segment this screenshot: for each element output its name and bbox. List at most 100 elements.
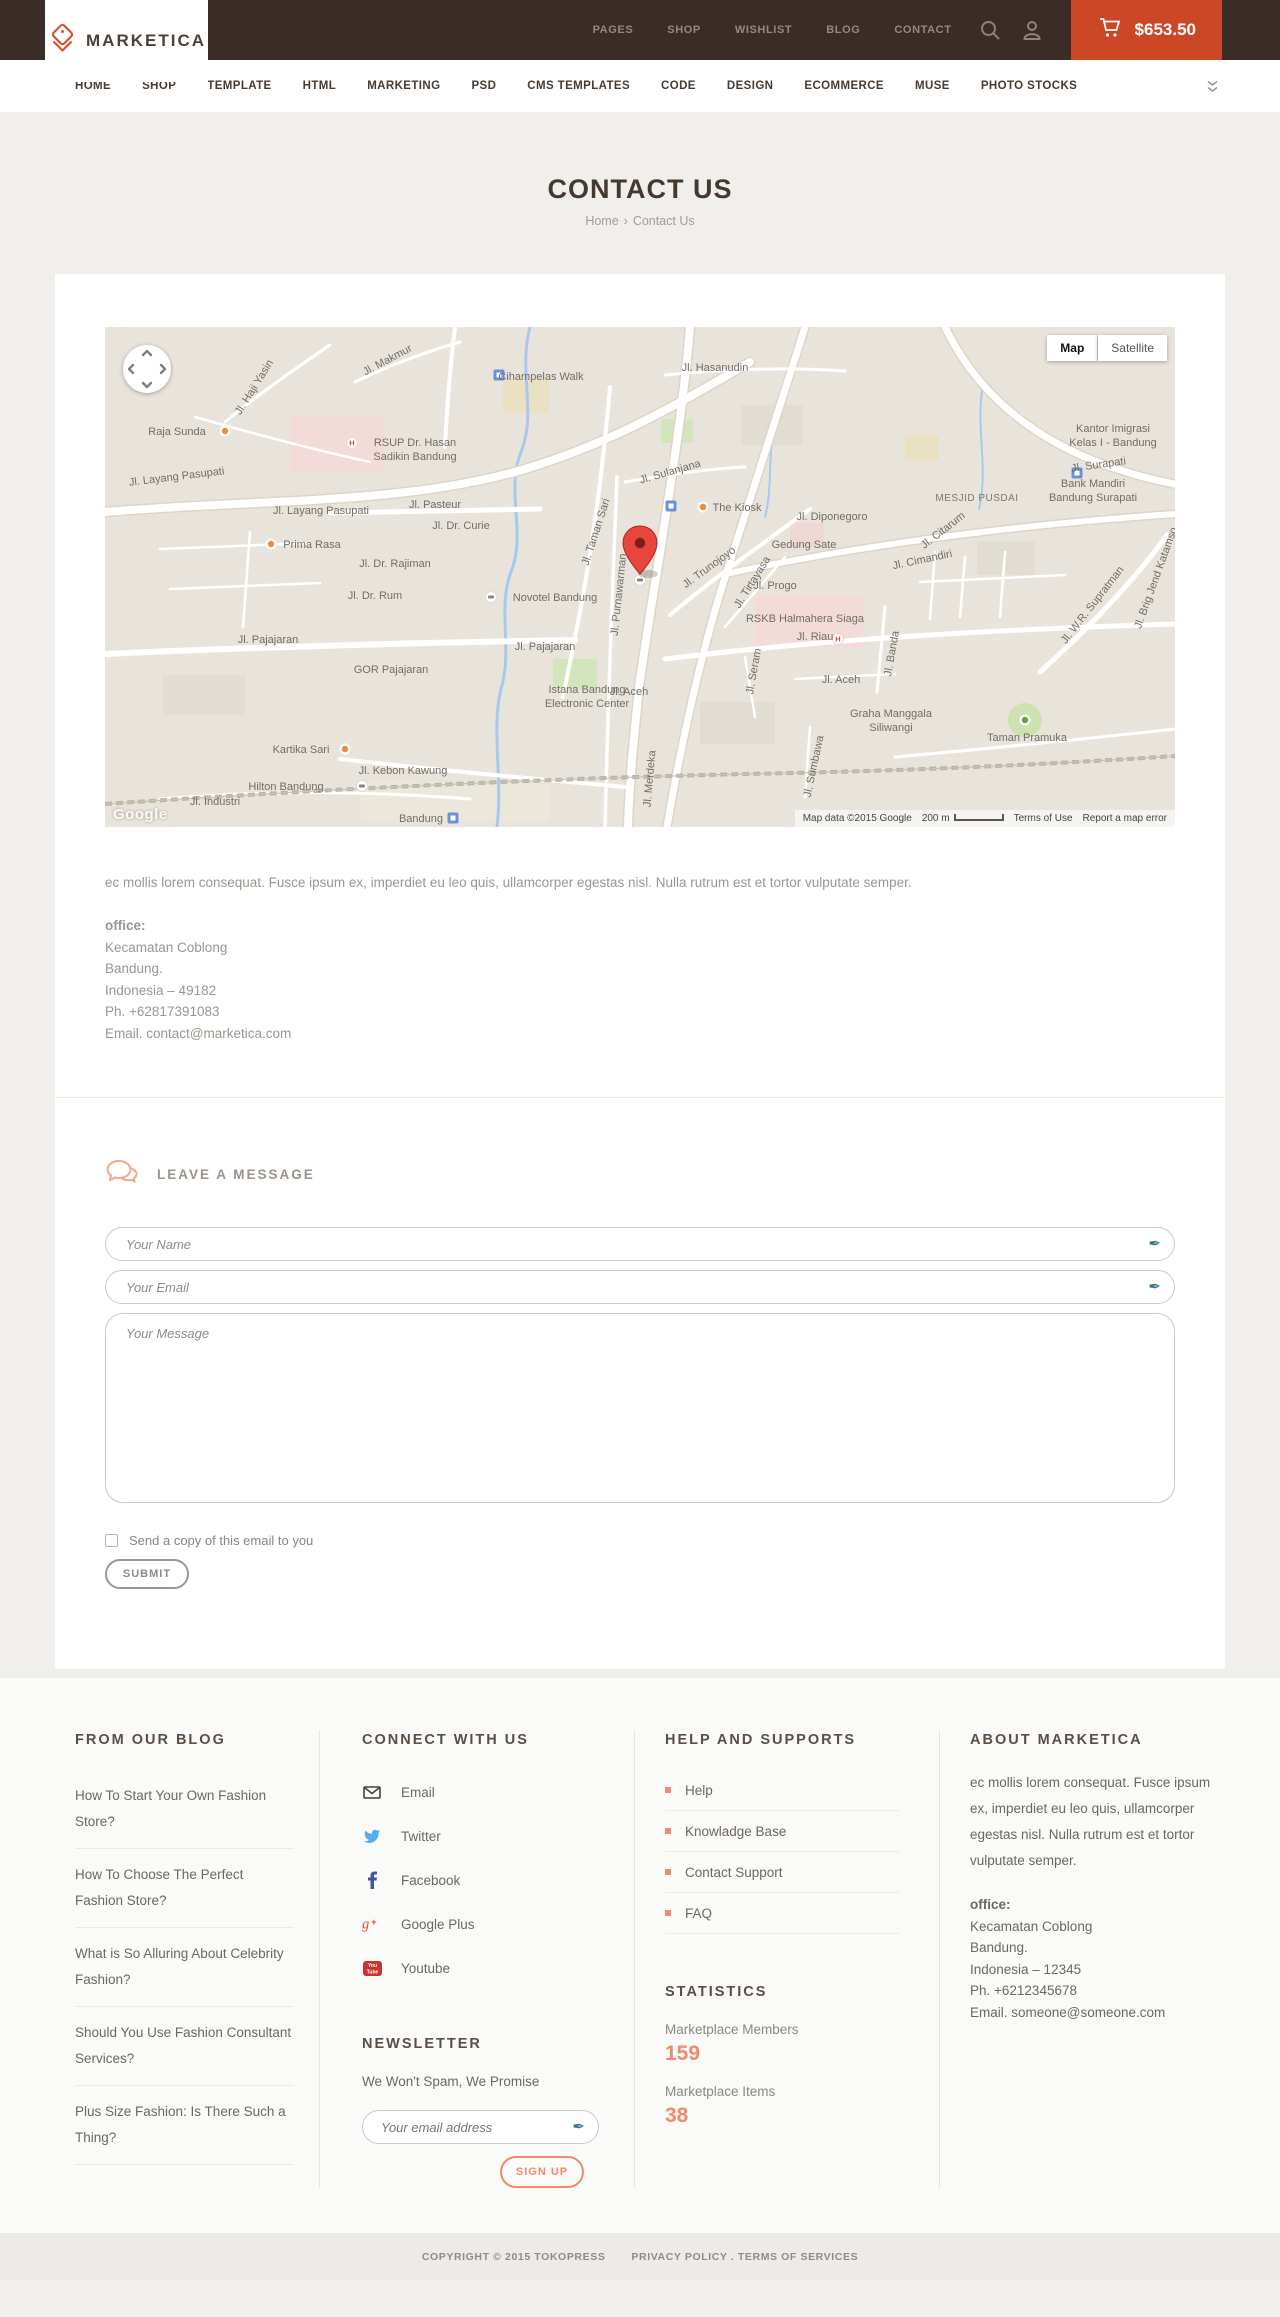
office-line: Email. contact@marketica.com (105, 1025, 292, 1041)
map-label: Graha Manggala (850, 708, 933, 720)
map-label: Jl. Pajajaran (238, 634, 299, 646)
map-label: The Kiosk (713, 502, 762, 514)
logo-text: MARKETICA (86, 31, 206, 50)
help-heading: HELP AND SUPPORTS (665, 1732, 857, 1748)
map-label: Jl. Aceh (822, 674, 861, 686)
social-link-youtube[interactable]: You Tube Youtube (362, 1946, 594, 1990)
nav-marketing[interactable]: MARKETING (367, 80, 440, 92)
map-label: RSKB Halmahera Siaga (746, 613, 865, 625)
help-link[interactable]: Contact Support (665, 1852, 899, 1893)
nav-template[interactable]: TEMPLATE (207, 80, 271, 92)
google-watermark: Google (113, 806, 168, 823)
office-line: Bandung. (970, 1940, 1028, 1955)
bullet-icon (665, 1910, 671, 1916)
report-map-error-link[interactable]: Report a map error (1083, 813, 1167, 824)
restaurant-poi-icon (339, 743, 351, 755)
terms-of-use-link[interactable]: Terms of Use (1014, 813, 1073, 824)
breadcrumb: Home › Contact Us (0, 214, 1280, 228)
signup-button[interactable]: SIGN UP (500, 2156, 584, 2188)
top-nav-blog[interactable]: BLOG (809, 24, 877, 36)
map-label: Kantor Imigrasi (1076, 423, 1150, 435)
hospital-poi-icon: H (832, 633, 844, 645)
office-line: Bandung. (105, 961, 163, 976)
message-textarea[interactable] (105, 1313, 1175, 1503)
map-label: Bank Mandiri (1061, 478, 1125, 490)
nav-code[interactable]: CODE (661, 80, 696, 92)
map-label: GOR Pajajaran (354, 664, 429, 676)
nav-photo-stocks[interactable]: PHOTO STOCKS (981, 80, 1077, 92)
email-input[interactable] (105, 1270, 1175, 1304)
newsletter-email-input[interactable] (362, 2110, 599, 2144)
social-link-twitter[interactable]: Twitter (362, 1814, 594, 1858)
map-pan-control[interactable] (123, 345, 171, 393)
top-nav-contact[interactable]: CONTACT (877, 24, 968, 36)
map-label: Kelas I - Bandung (1069, 437, 1156, 449)
map-label: Kartika Sari (273, 744, 330, 756)
help-link[interactable]: Help (665, 1770, 899, 1811)
blog-link[interactable]: Should You Use Fashion Consultant Servic… (75, 2007, 294, 2086)
about-office-block: office: Kecamatan Coblong Bandung. Indon… (970, 1894, 1225, 2023)
map-label: Jl. Pajajaran (515, 641, 576, 653)
social-link-facebook[interactable]: Facebook (362, 1858, 594, 1902)
restaurant-poi-icon (265, 538, 277, 550)
top-nav-pages[interactable]: PAGES (576, 24, 651, 36)
map-label: Bandung (399, 813, 443, 825)
form-heading: LEAVE A MESSAGE (157, 1167, 315, 1182)
policy-links[interactable]: PRIVACY POLICY . TERMS OF SERVICES (631, 2251, 858, 2263)
chevron-down-icon[interactable] (1207, 80, 1218, 92)
social-link-email[interactable]: Email (362, 1770, 594, 1814)
user-icon[interactable] (1011, 0, 1053, 60)
help-link[interactable]: Knowladge Base (665, 1811, 899, 1852)
map-label: Taman Pramuka (987, 732, 1068, 744)
cart-button[interactable]: $653.50 (1070, 0, 1222, 60)
blog-heading: FROM OUR BLOG (75, 1732, 226, 1748)
nav-cms-templates[interactable]: CMS TEMPLATES (527, 80, 630, 92)
breadcrumb-home[interactable]: Home (585, 214, 618, 228)
map-label: Gedung Sate (772, 539, 837, 551)
bullet-icon (665, 1828, 671, 1834)
map-label: Jl. Dr. Curie (432, 520, 489, 532)
blog-link[interactable]: How To Start Your Own Fashion Store? (75, 1770, 294, 1849)
office-label: office: (970, 1897, 1011, 1912)
twitter-icon (362, 1828, 382, 1844)
name-input[interactable] (105, 1227, 1175, 1261)
nav-psd[interactable]: PSD (471, 80, 496, 92)
leave-message-form: ✒ ✒ Send a copy of this email to you SUB… (105, 1227, 1175, 1589)
newsletter-heading: NEWSLETTER (362, 2036, 482, 2052)
send-copy-label: Send a copy of this email to you (129, 1533, 314, 1548)
blog-link[interactable]: Plus Size Fashion: Is There Such a Thing… (75, 2086, 294, 2165)
hotel-poi-icon (485, 591, 497, 603)
top-nav-shop[interactable]: SHOP (650, 24, 718, 36)
page-head: CONTACT US Home › Contact Us (0, 112, 1280, 228)
nav-design[interactable]: DESIGN (727, 80, 774, 92)
office-line: Kecamatan Coblong (105, 939, 228, 955)
send-copy-checkbox[interactable] (105, 1534, 118, 1547)
google-map[interactable]: HH Cihampelas Walk Jl. Hasanudin Jl. Haji … (105, 327, 1175, 827)
hospital-poi-icon: H (346, 437, 358, 449)
blog-link[interactable]: What is So Alluring About Celebrity Fash… (75, 1928, 294, 2007)
social-link-googleplus[interactable]: g + Google Plus (362, 1902, 594, 1946)
stat-items-label: Marketplace Items (665, 2084, 776, 2099)
help-link[interactable]: FAQ (665, 1893, 899, 1934)
nav-muse[interactable]: MUSE (915, 80, 950, 92)
office-line: Indonesia – 12345 (970, 1961, 1082, 1977)
restaurant-poi-icon (697, 501, 709, 513)
youtube-icon: You Tube (362, 1960, 382, 1976)
map-label: Sadikin Bandung (373, 451, 456, 463)
blog-link[interactable]: How To Choose The Perfect Fashion Store? (75, 1849, 294, 1928)
search-icon[interactable] (969, 0, 1011, 60)
nav-ecommerce[interactable]: ECOMMERCE (804, 80, 884, 92)
top-nav-wishlist[interactable]: WISHLIST (718, 24, 809, 36)
map-type-satellite-button[interactable]: Satellite (1098, 335, 1167, 361)
about-text: ec mollis lorem consequat. Fusce ipsum e… (970, 1775, 1211, 1868)
map-label: MESJID PUSDAI (935, 493, 1018, 504)
map-type-map-button[interactable]: Map (1047, 335, 1098, 361)
logo[interactable]: MARKETICA (45, 0, 208, 82)
submit-button[interactable]: SUBMIT (105, 1559, 189, 1589)
map-label: Jl. Riau (797, 631, 834, 643)
nav-html[interactable]: HTML (303, 80, 337, 92)
footer-blog-column: FROM OUR BLOG How To Start Your Own Fash… (55, 1730, 320, 2188)
map-scale: 200 m (922, 813, 1004, 824)
footer-about-column: ABOUT MARKETICA ec mollis lorem consequa… (940, 1730, 1225, 2188)
map-label: Jl. Dr. Rajiman (359, 558, 431, 570)
